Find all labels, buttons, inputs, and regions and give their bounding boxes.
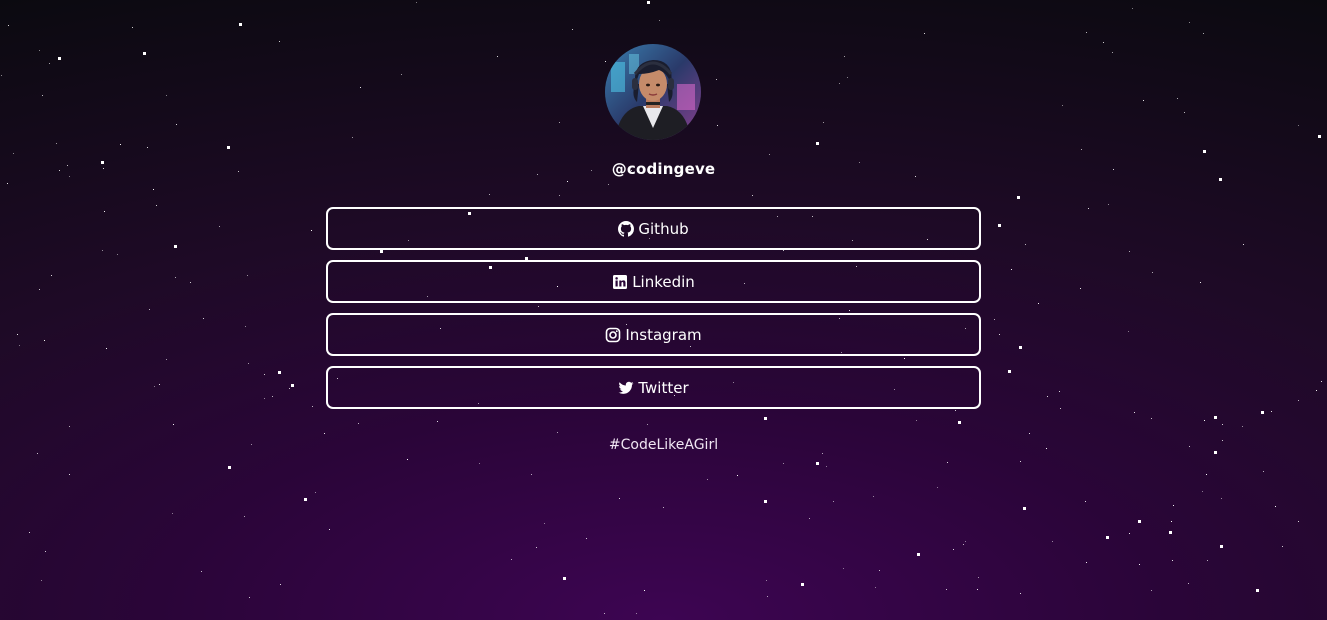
username: @codingeve <box>611 160 716 178</box>
instagram-link-button[interactable]: Instagram <box>326 313 981 356</box>
profile-card: @codingeve Github Linkedin Instagram Twi… <box>0 0 1327 620</box>
linkedin-link-button[interactable]: Linkedin <box>326 260 981 303</box>
avatar-portrait-illustration <box>605 44 701 140</box>
github-link-label: Github <box>638 219 689 238</box>
instagram-icon <box>605 327 621 343</box>
hashtag-text: #CodeLikeAGirl <box>608 437 719 453</box>
twitter-link-button[interactable]: Twitter <box>326 366 981 409</box>
avatar <box>605 44 701 140</box>
instagram-link-label: Instagram <box>625 325 702 344</box>
linkedin-icon <box>612 274 628 290</box>
twitter-link-label: Twitter <box>638 378 689 397</box>
github-link-button[interactable]: Github <box>326 207 981 250</box>
linkedin-link-label: Linkedin <box>632 272 695 291</box>
github-icon <box>618 220 635 237</box>
twitter-icon <box>618 380 634 396</box>
